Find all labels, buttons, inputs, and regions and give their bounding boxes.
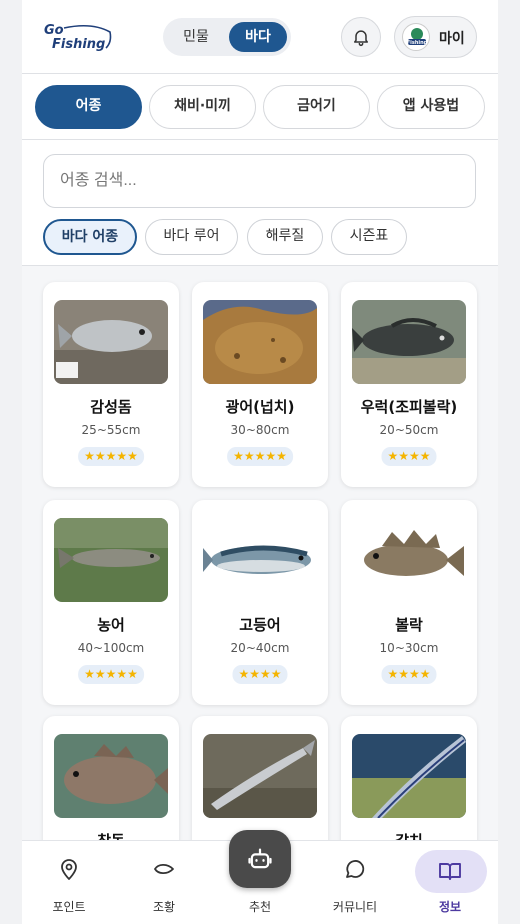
fish-card[interactable]: 볼락 10~30cm ★★★★ (341, 500, 477, 705)
app-frame: Go Fishing 민물 바다 Fishing 마이 어종 채비·미끼 금어기… (22, 0, 498, 924)
bell-icon (354, 30, 368, 47)
avatar-text: Fishing (407, 40, 428, 46)
fish-card[interactable]: 참돔 (43, 716, 179, 840)
fish-name: 감성돔 (90, 398, 132, 416)
fish-rating: ★★★★ (232, 665, 288, 684)
fish-rating: ★★★★★ (227, 447, 293, 466)
filter-sea-lure[interactable]: 바다 루어 (145, 219, 238, 255)
nav-label: 조황 (152, 900, 176, 914)
fish-card[interactable]: 농어 40~100cm ★★★★★ (43, 500, 179, 705)
fish-size: 20~50cm (379, 423, 439, 437)
map-pin-icon (61, 859, 77, 880)
toggle-sea[interactable]: 바다 (229, 22, 287, 52)
ai-recommend-button[interactable] (229, 830, 291, 888)
tab-app-guide[interactable]: 앱 사용법 (377, 85, 485, 129)
fish-name: 고등어 (239, 616, 281, 634)
my-label: 마이 (439, 31, 465, 47)
fish-size: 40~100cm (77, 641, 145, 655)
fish-name: 참돔 (43, 830, 179, 840)
fish-grid: 감성돔 25~55cm ★★★★★ 광어(넙치) 30~80cm ★★★★★ 우… (22, 266, 498, 840)
fish-photo (352, 518, 466, 602)
filter-sea-fish[interactable]: 바다 어종 (43, 219, 137, 255)
gofishing-logo[interactable]: Go Fishing (42, 20, 114, 54)
fish-photo (352, 300, 466, 384)
nav-label: 포인트 (52, 900, 86, 914)
fish-card[interactable]: 광어(넙치) 30~80cm ★★★★★ (192, 282, 328, 487)
chat-bubble-icon (346, 860, 365, 878)
tab-fish-species[interactable]: 어종 (35, 85, 142, 129)
fish-photo (54, 734, 168, 818)
fish-name: 우럭(조피볼락) (360, 398, 458, 416)
my-page-button[interactable]: Fishing 마이 (394, 16, 477, 58)
fish-size: 30~80cm (230, 423, 290, 437)
fish-search-input[interactable] (43, 154, 476, 208)
fish-photo (203, 300, 317, 384)
toggle-freshwater[interactable]: 민물 (167, 22, 225, 52)
fish-card[interactable]: 감성돔 25~55cm ★★★★★ (43, 282, 179, 487)
robot-icon (248, 848, 272, 869)
fish-photo (352, 734, 466, 818)
nav-label: 추천 (248, 900, 272, 914)
fish-rating: ★★★★ (381, 447, 437, 466)
fish-card[interactable] (192, 716, 328, 840)
fish-size: 10~30cm (379, 641, 439, 655)
notification-button[interactable] (341, 17, 381, 57)
fish-name: 볼락 (395, 616, 423, 634)
fish-photo (54, 300, 168, 384)
filter-haerujil[interactable]: 해루질 (247, 219, 323, 255)
logo-text-go: Go (44, 23, 64, 38)
fish-photo (54, 518, 168, 602)
category-tabs: 어종 채비·미끼 금어기 앱 사용법 (22, 75, 498, 140)
fish-icon (154, 863, 174, 875)
nav-info[interactable]: 정보 (405, 841, 495, 924)
fish-name: 광어(넙치) (225, 398, 295, 416)
fish-rating: ★★★★★ (78, 447, 144, 466)
fish-rating: ★★★★★ (78, 665, 144, 684)
fish-size: 20~40cm (230, 641, 290, 655)
nav-label: 정보 (438, 900, 462, 914)
fish-card[interactable]: 갈치 (341, 716, 477, 840)
fish-rating: ★★★★ (381, 665, 437, 684)
filter-season-table[interactable]: 시즌표 (331, 219, 407, 255)
tab-tackle-bait[interactable]: 채비·미끼 (149, 85, 256, 129)
fish-photo (203, 518, 317, 602)
fish-card[interactable]: 고등어 20~40cm ★★★★ (192, 500, 328, 705)
fish-size: 25~55cm (81, 423, 141, 437)
nav-label: 커뮤니티 (332, 900, 378, 914)
avatar: Fishing (402, 23, 430, 51)
fish-name: 농어 (97, 616, 125, 634)
fish-card[interactable]: 우럭(조피볼락) 20~50cm ★★★★ (341, 282, 477, 487)
nav-community[interactable]: 커뮤니티 (310, 841, 400, 924)
book-icon (439, 863, 461, 880)
nav-catch-report[interactable]: 조황 (119, 841, 209, 924)
logo-text-fishing: Fishing (52, 37, 105, 52)
nav-point[interactable]: 포인트 (24, 841, 114, 924)
app-header: Go Fishing 민물 바다 Fishing 마이 (22, 0, 498, 74)
tab-closed-season[interactable]: 금어기 (263, 85, 370, 129)
fish-photo (203, 734, 317, 818)
water-type-toggle: 민물 바다 (163, 18, 291, 56)
fish-name: 갈치 (341, 830, 477, 840)
